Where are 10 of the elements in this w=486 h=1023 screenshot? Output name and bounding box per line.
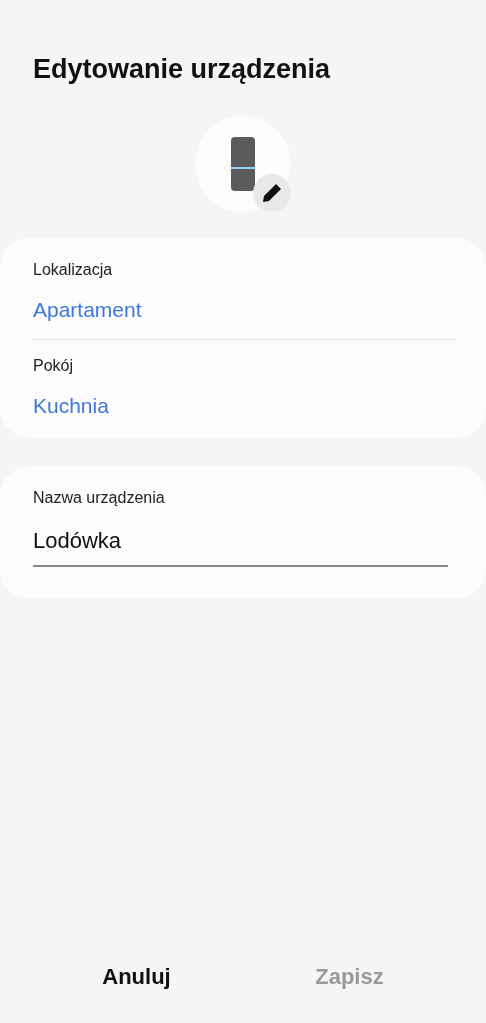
- field-value[interactable]: Apartament: [33, 293, 453, 325]
- device-name-field[interactable]: Lodówka: [33, 523, 448, 567]
- field-value[interactable]: Kuchnia: [33, 390, 453, 422]
- field-label: Pokój: [33, 356, 75, 376]
- fridge-icon: [231, 136, 255, 191]
- page-title: Edytowanie urządzenia: [33, 53, 331, 86]
- pencil-icon: [261, 181, 283, 204]
- cancel-button[interactable]: Anuluj: [86, 952, 187, 1001]
- field-label: Lokalizacja: [33, 259, 114, 280]
- field-label: Nazwa urządzenia: [33, 487, 166, 508]
